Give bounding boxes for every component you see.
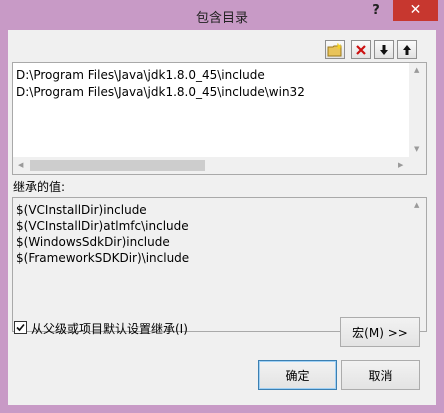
path-list-horizontal-scrollbar[interactable]: ◀ ▶ (13, 157, 409, 174)
inherited-list-vertical-scrollbar[interactable]: ▲ ▼ (409, 198, 426, 331)
checkmark-icon (16, 323, 25, 332)
cancel-button[interactable]: 取消 (341, 360, 420, 390)
move-down-button[interactable] (374, 40, 394, 59)
scroll-down-arrow-icon[interactable]: ▼ (414, 145, 419, 153)
scroll-up-arrow-icon[interactable]: ▲ (414, 66, 419, 74)
arrow-down-icon (380, 44, 388, 55)
new-line-button[interactable] (325, 40, 345, 59)
inherited-line-2: $(VCInstallDir)atlmfc\include (16, 219, 189, 233)
dialog-client-area: D:\Program Files\Java\jdk1.8.0_45\includ… (8, 30, 436, 405)
ok-button[interactable]: 确定 (258, 360, 337, 390)
macro-button[interactable]: 宏(M) >> (340, 317, 420, 347)
title-bar[interactable]: 包含目录 ? ✕ (0, 0, 444, 30)
horizontal-scroll-thumb[interactable] (30, 160, 205, 171)
scroll-corner (409, 157, 426, 174)
inherited-values-label: 继承的值: (13, 180, 66, 194)
path-line-1[interactable]: D:\Program Files\Java\jdk1.8.0_45\includ… (16, 68, 265, 82)
inherited-line-4: $(FrameworkSDKDir)\include (16, 251, 190, 265)
scroll-left-arrow-icon[interactable]: ◀ (18, 161, 23, 169)
dialog-window: 包含目录 ? ✕ D:\Program Files\Java\jdk1.8.0_… (0, 0, 444, 413)
path-list[interactable]: D:\Program Files\Java\jdk1.8.0_45\includ… (12, 62, 427, 175)
path-list-vertical-scrollbar[interactable]: ▲ ▼ (409, 63, 426, 157)
scroll-up-arrow-icon[interactable]: ▲ (414, 201, 419, 209)
move-up-button[interactable] (397, 40, 417, 59)
delete-x-icon (356, 44, 366, 55)
help-button[interactable]: ? (364, 2, 388, 20)
inherited-values-list: $(VCInstallDir)include $(VCInstallDir)at… (12, 197, 427, 332)
scroll-right-arrow-icon[interactable]: ▶ (398, 161, 403, 169)
arrow-up-icon (403, 44, 411, 55)
inherit-checkbox[interactable] (14, 321, 27, 334)
new-folder-icon (327, 42, 342, 56)
delete-button[interactable] (351, 40, 371, 59)
inherited-line-3: $(WindowsSdkDir)include (16, 235, 170, 249)
inherited-line-1: $(VCInstallDir)include (16, 203, 147, 217)
close-button[interactable]: ✕ (393, 0, 438, 21)
path-line-2[interactable]: D:\Program Files\Java\jdk1.8.0_45\includ… (16, 85, 305, 99)
inherit-checkbox-label[interactable]: 从父级或项目默认设置继承(I) (31, 320, 188, 337)
